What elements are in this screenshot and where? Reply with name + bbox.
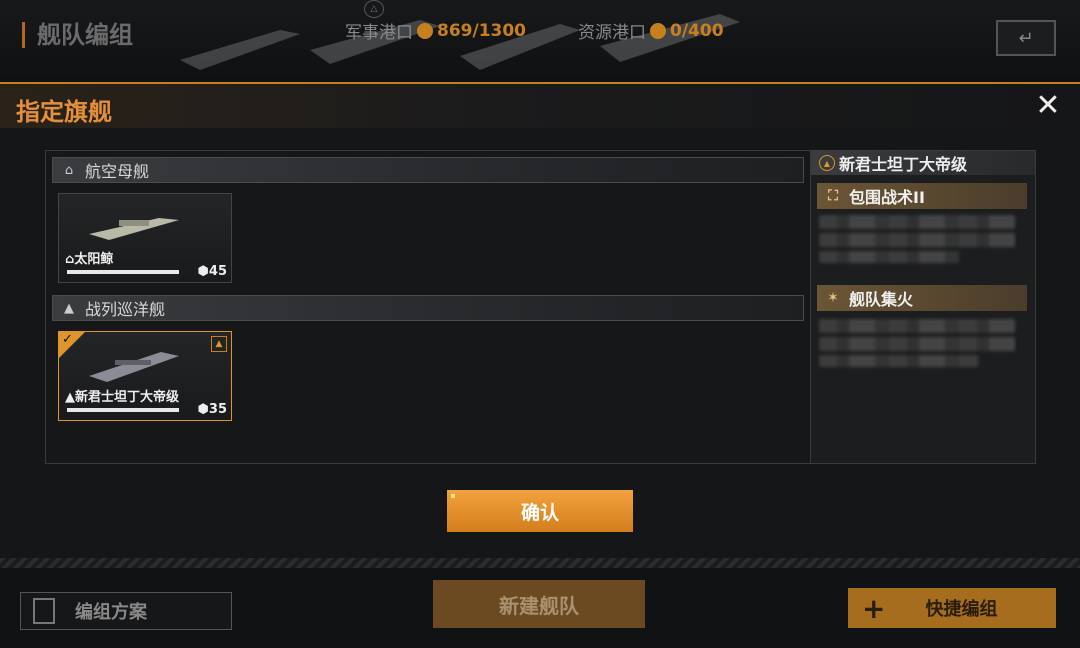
military-port-value: 869/1300 [437, 20, 527, 41]
category-label: 战列巡洋舰 [85, 300, 166, 319]
page-title: 舰队编组 [22, 22, 133, 48]
confirm-button[interactable]: 确认 [447, 490, 633, 532]
ship-card-new-constantine[interactable]: ✓ ▲ ▲新君士坦丁大帝级 ⬢35 [58, 331, 232, 421]
quick-formation-label: 快捷编组 [925, 599, 998, 620]
formation-plan-label: 编组方案 [75, 602, 147, 623]
battlecruiser-icon: ▲ [64, 300, 74, 316]
close-icon: ✕ [1035, 88, 1061, 123]
emblem-icon: △ [364, 0, 384, 18]
detail-ship-name: 新君士坦丁大帝级 [839, 155, 968, 174]
category-label: 航空母舰 [85, 162, 150, 181]
new-fleet-label: 新建舰队 [499, 593, 579, 618]
detail-ship-title: ▲ 新君士坦丁大帝级 [811, 151, 1035, 175]
focus-fire-icon: ✶ [827, 290, 839, 306]
ship-cost: ⬢35 [197, 402, 227, 417]
skill-description-blurred [819, 355, 979, 367]
skill-description-blurred [819, 337, 1015, 351]
flagship-badge-icon: ▲ [211, 336, 227, 352]
resource-port-indicator: 资源港口 0/400 [578, 18, 724, 44]
skill-description-blurred [819, 233, 1015, 247]
carrier-icon: ⌂ [65, 252, 75, 267]
new-fleet-button[interactable]: 新建舰队 [433, 580, 645, 628]
ship-cost: ⬢45 [197, 264, 227, 279]
category-header-carrier: ⌂ 航空母舰 [52, 157, 804, 183]
back-arrow-icon: ↵ [1018, 27, 1034, 49]
category-header-battlecruiser: ▲ 战列巡洋舰 [52, 295, 804, 321]
resource-port-label: 资源港口 [578, 23, 646, 43]
skill-encircle[interactable]: ⛶ 包围战术II [817, 183, 1027, 209]
ship-image [89, 352, 179, 382]
ship-card-sun-whale[interactable]: ⌂太阳鲸 ⬢45 [58, 193, 232, 283]
document-icon [33, 598, 55, 624]
port-coin-icon [417, 22, 433, 39]
ship-hp-bar [67, 408, 179, 412]
cost-icon: ⬢ [197, 264, 209, 279]
plus-icon: + [862, 591, 886, 625]
ship-name: ▲新君士坦丁大帝级 [65, 390, 180, 405]
skill-focus-fire[interactable]: ✶ 舰队集火 [817, 285, 1027, 311]
skill-name: 舰队集火 [849, 290, 914, 309]
formation-plan-button[interactable]: 编组方案 [20, 592, 232, 630]
check-icon: ✓ [62, 332, 73, 347]
military-port-indicator: 军事港口 869/1300 [345, 18, 527, 44]
ship-hp-bar [67, 270, 179, 274]
cost-icon: ⬢ [197, 402, 209, 417]
resource-port-value: 0/400 [670, 20, 724, 41]
port-coin-icon [650, 22, 666, 39]
quick-formation-button[interactable]: + 快捷编组 [848, 588, 1056, 628]
skill-description-blurred [819, 215, 1015, 229]
skill-description-blurred [819, 319, 1015, 333]
flagship-modal: 指定旗舰 ✕ ⌂ 航空母舰 ⌂太阳鲸 ⬢45 ▲ 战列巡洋舰 ✓ ▲ ▲新君士坦… [0, 82, 1080, 568]
flagship-detail-panel: ▲ 新君士坦丁大帝级 ⛶ 包围战术II ✶ 舰队集火 [810, 150, 1036, 464]
skill-description-blurred [819, 251, 959, 263]
battlecruiser-icon: ▲ [65, 390, 75, 405]
carrier-icon: ⌂ [64, 162, 74, 178]
ship-list-panel: ⌂ 航空母舰 ⌂太阳鲸 ⬢45 ▲ 战列巡洋舰 ✓ ▲ ▲新君士坦丁大帝级 ⬢3… [45, 150, 812, 464]
ship-name: ⌂太阳鲸 [65, 252, 114, 267]
close-button[interactable]: ✕ [1032, 90, 1064, 122]
confirm-label: 确认 [520, 501, 559, 524]
skill-name: 包围战术II [849, 188, 925, 207]
modal-bottom-stripe [0, 558, 1080, 568]
modal-header: 指定旗舰 ✕ [0, 84, 1080, 128]
encircle-icon: ⛶ [828, 188, 838, 204]
back-button[interactable]: ↵ [996, 20, 1056, 56]
military-port-label: 军事港口 [345, 23, 413, 43]
ship-image [89, 218, 179, 240]
modal-title: 指定旗舰 [16, 98, 112, 126]
flagship-badge-icon: ▲ [819, 155, 835, 171]
